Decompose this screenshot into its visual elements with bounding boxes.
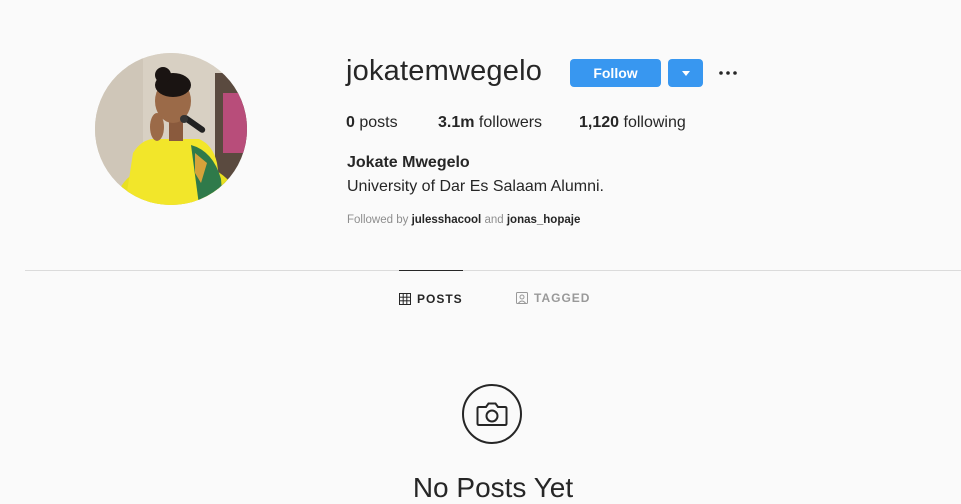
following-stat[interactable]: 1,120 following [579, 114, 686, 132]
followed-by-conjunction: and [484, 214, 504, 226]
followed-by-line: Followed by julesshacool and jonas_hopaj… [347, 214, 580, 226]
tab-posts[interactable]: POSTS [399, 270, 463, 327]
profile-bio: University of Dar Es Salaam Alumni. [347, 178, 604, 195]
camera-icon [476, 402, 508, 426]
ellipsis-icon [719, 71, 737, 75]
profile-full-name: Jokate Mwegelo [347, 154, 470, 171]
posts-count: 0 [346, 114, 355, 131]
follow-button[interactable]: Follow [570, 59, 661, 87]
followed-by-user-2[interactable]: jonas_hopaje [507, 214, 581, 226]
profile-username: jokatemwegelo [346, 55, 543, 87]
profile-divider [25, 270, 961, 271]
followers-count: 3.1m [438, 114, 475, 131]
followers-stat[interactable]: 3.1m followers [438, 114, 542, 132]
empty-state-title: No Posts Yet [412, 472, 574, 503]
followed-by-user-1[interactable]: julesshacool [412, 214, 482, 226]
grid-icon [399, 293, 411, 305]
tab-tagged-label: TAGGED [534, 291, 591, 305]
following-count: 1,120 [579, 114, 620, 131]
posts-label: posts [359, 114, 398, 131]
posts-count-stat: 0 posts [346, 114, 398, 132]
caret-down-icon [681, 70, 690, 76]
suggested-accounts-dropdown-button[interactable] [668, 59, 703, 87]
tagged-icon [516, 292, 528, 304]
empty-state-camera-circle [462, 384, 522, 444]
followed-by-prefix: Followed by [347, 214, 409, 226]
following-label: following [623, 114, 686, 131]
followers-label: followers [478, 114, 543, 131]
profile-avatar[interactable] [95, 53, 247, 205]
tab-posts-label: POSTS [417, 292, 463, 306]
tab-tagged[interactable]: TAGGED [516, 270, 590, 326]
more-options-button[interactable] [714, 62, 742, 84]
